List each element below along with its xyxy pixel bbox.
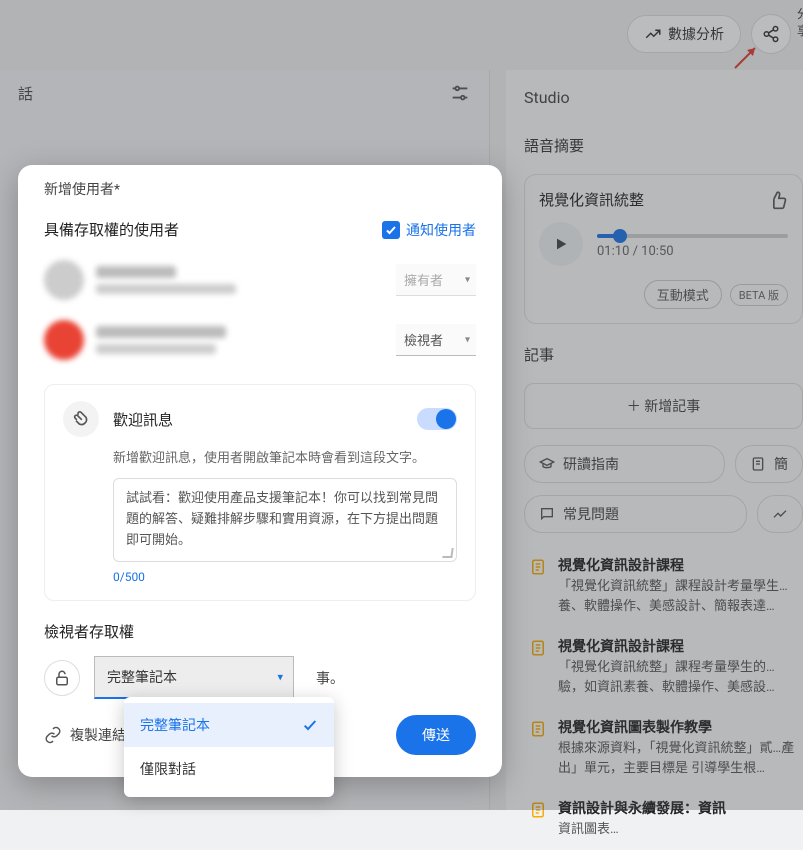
send-button[interactable]: 傳送: [396, 715, 476, 755]
char-counter: 0/500: [113, 570, 457, 584]
note-body: 資訊圖表…: [558, 820, 726, 840]
chevron-down-icon: ▾: [465, 274, 470, 285]
check-icon: [302, 717, 318, 733]
welcome-card: 歡迎訊息 新增歡迎訊息，使用者開啟筆記本時會看到這段文字。 試試看：歡迎使用產品…: [44, 384, 476, 601]
avatar: [44, 260, 84, 300]
notify-checkbox[interactable]: 通知使用者: [382, 220, 476, 240]
checkbox-checked-icon: [382, 221, 400, 239]
link-icon: [44, 726, 62, 744]
welcome-title: 歡迎訊息: [113, 409, 403, 430]
avatar: [44, 320, 84, 360]
role-select-owner: 擁有者 ▾: [396, 264, 476, 296]
permission-dropdown: 完整筆記本 僅限對話: [124, 697, 334, 797]
viewer-perm-title: 檢視者存取權: [18, 609, 502, 642]
perm-suffix-text: 事。: [308, 668, 344, 688]
welcome-toggle[interactable]: [417, 408, 457, 430]
add-user-field[interactable]: 新增使用者*: [18, 169, 502, 209]
welcome-textarea[interactable]: 試試看：歡迎使用產品支援筆記本！你可以找到常見問題的解答、疑難排解步驟和實用資源…: [113, 478, 457, 562]
copy-link-button[interactable]: 複製連結: [44, 725, 126, 745]
permission-select[interactable]: 完整筆記本 ▾: [94, 656, 294, 699]
welcome-desc: 新增歡迎訊息，使用者開啟筆記本時會看到這段文字。: [113, 447, 457, 466]
lock-open-icon: [44, 660, 80, 696]
dropdown-option-chat-only[interactable]: 僅限對話: [124, 747, 334, 791]
dropdown-option-full[interactable]: 完整筆記本: [124, 703, 334, 747]
user-row: 檢視者 ▾: [18, 310, 502, 370]
role-select-viewer[interactable]: 檢視者 ▾: [396, 324, 476, 356]
share-modal: 新增使用者* 具備存取權的使用者 通知使用者 擁有者 ▾ 檢視者 ▾: [18, 165, 502, 777]
chevron-down-icon: ▾: [465, 334, 470, 345]
user-row: 擁有者 ▾: [18, 250, 502, 310]
wave-hand-icon: [63, 401, 99, 437]
chevron-down-icon: ▾: [277, 671, 283, 684]
resize-handle-icon[interactable]: [442, 548, 453, 558]
users-section-title: 具備存取權的使用者: [44, 219, 179, 240]
